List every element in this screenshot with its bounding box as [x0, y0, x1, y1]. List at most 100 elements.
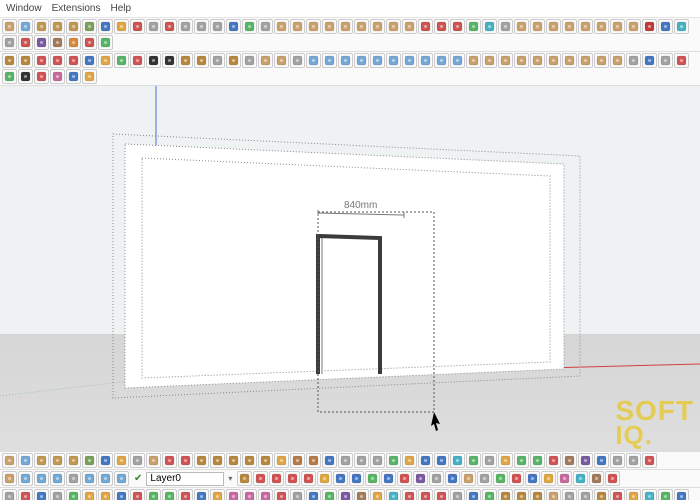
tool-button-b2-22[interactable] — [461, 471, 476, 486]
tool-button-b2-19[interactable] — [413, 471, 428, 486]
tool-button-t2-14[interactable] — [226, 53, 241, 68]
tool-button-t2-1[interactable] — [18, 53, 33, 68]
menu-extensions[interactable]: Extensions — [52, 3, 101, 14]
tool-button-b3-40[interactable] — [642, 489, 657, 500]
tool-button-t1-18[interactable] — [290, 19, 305, 34]
layer-selector[interactable]: ✔▾ — [134, 472, 232, 486]
tool-button-t1-40[interactable] — [642, 19, 657, 34]
tool-button-b3-34[interactable] — [546, 489, 561, 500]
tool-button-t2-15[interactable] — [242, 53, 257, 68]
dropdown-icon[interactable]: ▾ — [228, 474, 232, 483]
tool-button-t1-14[interactable] — [226, 19, 241, 34]
tool-button-t1-43[interactable] — [2, 35, 17, 50]
tool-button-t2-24[interactable] — [386, 53, 401, 68]
tool-button-t1-29[interactable] — [466, 19, 481, 34]
tool-button-b1-8[interactable] — [130, 453, 145, 468]
tool-button-b3-23[interactable] — [370, 489, 385, 500]
tool-button-b2-31[interactable] — [605, 471, 620, 486]
tool-button-t2-45[interactable] — [34, 69, 49, 84]
tool-button-b1-4[interactable] — [66, 453, 81, 468]
tool-button-t1-45[interactable] — [34, 35, 49, 50]
tool-button-b2-13[interactable] — [317, 471, 332, 486]
tool-button-t1-36[interactable] — [578, 19, 593, 34]
tool-button-b2-16[interactable] — [365, 471, 380, 486]
tool-button-b3-6[interactable] — [98, 489, 113, 500]
tool-button-t1-46[interactable] — [50, 35, 65, 50]
tool-button-b2-12[interactable] — [301, 471, 316, 486]
tool-button-t2-33[interactable] — [530, 53, 545, 68]
tool-button-t2-35[interactable] — [562, 53, 577, 68]
tool-button-b1-21[interactable] — [338, 453, 353, 468]
tool-button-b1-15[interactable] — [242, 453, 257, 468]
tool-button-b3-42[interactable] — [674, 489, 689, 500]
tool-button-t1-31[interactable] — [498, 19, 513, 34]
tool-button-t2-25[interactable] — [402, 53, 417, 68]
tool-button-b1-7[interactable] — [114, 453, 129, 468]
tool-button-b1-24[interactable] — [386, 453, 401, 468]
tool-button-t1-20[interactable] — [322, 19, 337, 34]
tool-button-b2-29[interactable] — [573, 471, 588, 486]
tool-button-t2-17[interactable] — [274, 53, 289, 68]
viewport-3d[interactable]: 840mm SOFT IQ. — [0, 86, 700, 451]
tool-button-b2-15[interactable] — [349, 471, 364, 486]
tool-button-b2-5[interactable] — [82, 471, 97, 486]
tool-button-t1-33[interactable] — [530, 19, 545, 34]
tool-button-b2-10[interactable] — [269, 471, 284, 486]
tool-button-b1-35[interactable] — [562, 453, 577, 468]
tool-button-t2-18[interactable] — [290, 53, 305, 68]
tool-button-t2-22[interactable] — [354, 53, 369, 68]
tool-button-b3-22[interactable] — [354, 489, 369, 500]
tool-button-b3-25[interactable] — [402, 489, 417, 500]
tool-button-t2-7[interactable] — [114, 53, 129, 68]
tool-button-b3-24[interactable] — [386, 489, 401, 500]
tool-button-b1-11[interactable] — [178, 453, 193, 468]
tool-button-b1-0[interactable] — [2, 453, 17, 468]
tool-button-b3-26[interactable] — [418, 489, 433, 500]
tool-button-b1-29[interactable] — [466, 453, 481, 468]
tool-button-t1-0[interactable] — [2, 19, 17, 34]
tool-button-b3-17[interactable] — [274, 489, 289, 500]
tool-button-t2-0[interactable] — [2, 53, 17, 68]
tool-button-t1-34[interactable] — [546, 19, 561, 34]
tool-button-t2-9[interactable] — [146, 53, 161, 68]
tool-button-t1-13[interactable] — [210, 19, 225, 34]
tool-button-b2-7[interactable] — [114, 471, 129, 486]
tool-button-b3-37[interactable] — [594, 489, 609, 500]
tool-button-t1-11[interactable] — [178, 19, 193, 34]
tool-button-b2-25[interactable] — [509, 471, 524, 486]
tool-button-t2-29[interactable] — [466, 53, 481, 68]
tool-button-b3-1[interactable] — [18, 489, 33, 500]
tool-button-t1-27[interactable] — [434, 19, 449, 34]
tool-button-t1-2[interactable] — [34, 19, 49, 34]
tool-button-t1-23[interactable] — [370, 19, 385, 34]
tool-button-b3-11[interactable] — [178, 489, 193, 500]
tool-button-t1-28[interactable] — [450, 19, 465, 34]
tool-button-b2-0[interactable] — [2, 471, 17, 486]
tool-button-t1-19[interactable] — [306, 19, 321, 34]
tool-button-t2-31[interactable] — [498, 53, 513, 68]
tool-button-b1-3[interactable] — [50, 453, 65, 468]
tool-button-b1-12[interactable] — [194, 453, 209, 468]
tool-button-b3-13[interactable] — [210, 489, 225, 500]
tool-button-b3-16[interactable] — [258, 489, 273, 500]
tool-button-b3-18[interactable] — [290, 489, 305, 500]
tool-button-b1-23[interactable] — [370, 453, 385, 468]
tool-button-t2-16[interactable] — [258, 53, 273, 68]
tool-button-b3-15[interactable] — [242, 489, 257, 500]
tool-button-b2-3[interactable] — [50, 471, 65, 486]
tool-button-t2-3[interactable] — [50, 53, 65, 68]
tool-button-b1-32[interactable] — [514, 453, 529, 468]
tool-button-b1-20[interactable] — [322, 453, 337, 468]
tool-button-b1-6[interactable] — [98, 453, 113, 468]
tool-button-b3-4[interactable] — [66, 489, 81, 500]
tool-button-t2-32[interactable] — [514, 53, 529, 68]
tool-button-t2-36[interactable] — [578, 53, 593, 68]
tool-button-t1-3[interactable] — [50, 19, 65, 34]
tool-button-t2-28[interactable] — [450, 53, 465, 68]
tool-button-t2-11[interactable] — [178, 53, 193, 68]
tool-button-b1-1[interactable] — [18, 453, 33, 468]
tool-button-b3-39[interactable] — [626, 489, 641, 500]
tool-button-b2-23[interactable] — [477, 471, 492, 486]
tool-button-t1-25[interactable] — [402, 19, 417, 34]
tool-button-b1-16[interactable] — [258, 453, 273, 468]
